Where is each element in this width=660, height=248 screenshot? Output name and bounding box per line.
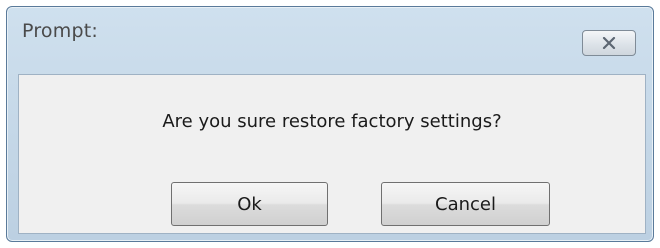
cancel-button[interactable]: Cancel xyxy=(381,182,550,226)
dialog-body: Are you sure restore factory settings? O… xyxy=(18,74,646,234)
close-button[interactable] xyxy=(582,30,636,56)
ok-button[interactable]: Ok xyxy=(171,182,328,226)
dialog-message: Are you sure restore factory settings? xyxy=(162,111,502,132)
close-icon xyxy=(601,37,617,49)
dialog-title: Prompt: xyxy=(22,20,98,42)
